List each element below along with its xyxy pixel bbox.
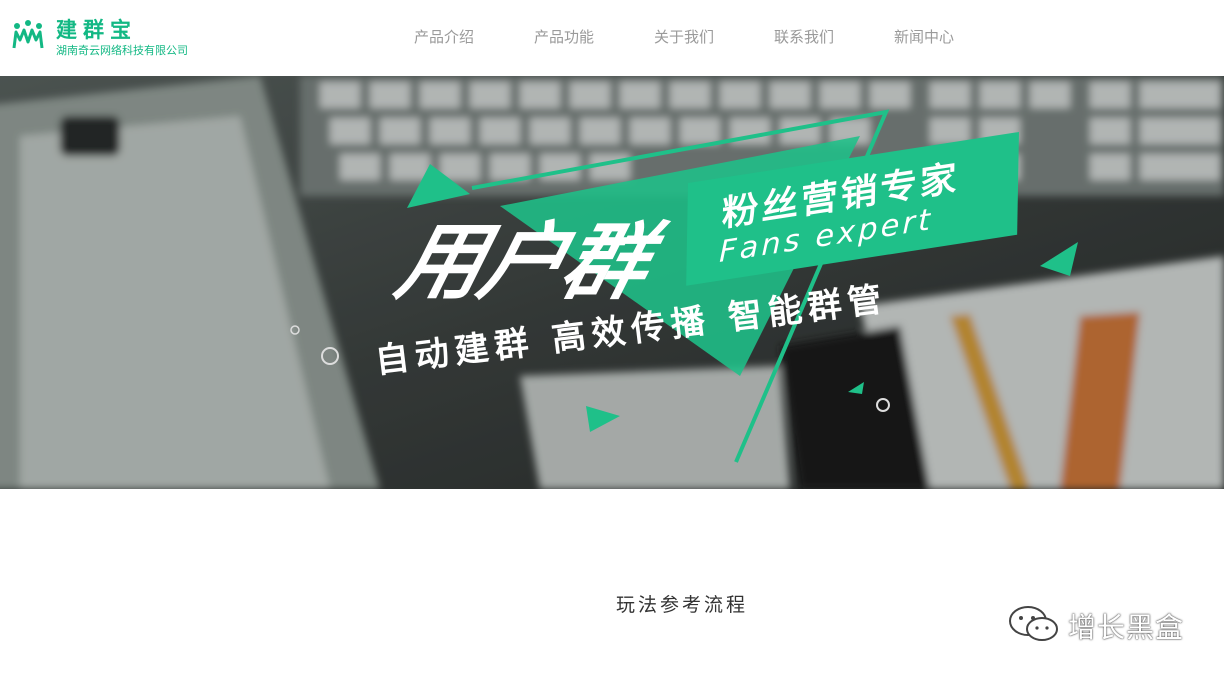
nav-item-contact-us[interactable]: 联系我们 — [744, 0, 864, 76]
watermark-text: 增长黑盒 — [1068, 611, 1185, 644]
main-nav: 产品介绍 产品功能 关于我们 联系我们 新闻中心 — [384, 0, 984, 76]
nav-item-product-intro[interactable]: 产品介绍 — [384, 0, 504, 76]
nav-item-product-features[interactable]: 产品功能 — [504, 0, 624, 76]
people-logo-icon — [12, 20, 44, 49]
nav-item-news-center[interactable]: 新闻中心 — [864, 0, 984, 76]
wechat-icon — [1009, 606, 1058, 641]
nav-item-about-us[interactable]: 关于我们 — [624, 0, 744, 76]
banner-title: 用户群 — [387, 213, 659, 311]
watermark: 增长黑盒 — [1006, 600, 1216, 650]
logo[interactable]: 建群宝 湖南奇云网络科技有限公司 — [12, 14, 212, 64]
logo-name: 建群宝 — [56, 18, 137, 42]
hero-banner[interactable]: 用户群 粉丝营销专家 Fans expert 自动建群 高效传播 智能群管 — [0, 76, 1224, 489]
site-header: 建群宝 湖南奇云网络科技有限公司 产品介绍 产品功能 关于我们 联系我们 新闻中… — [0, 0, 1224, 76]
company-name: 湖南奇云网络科技有限公司 — [56, 44, 188, 57]
